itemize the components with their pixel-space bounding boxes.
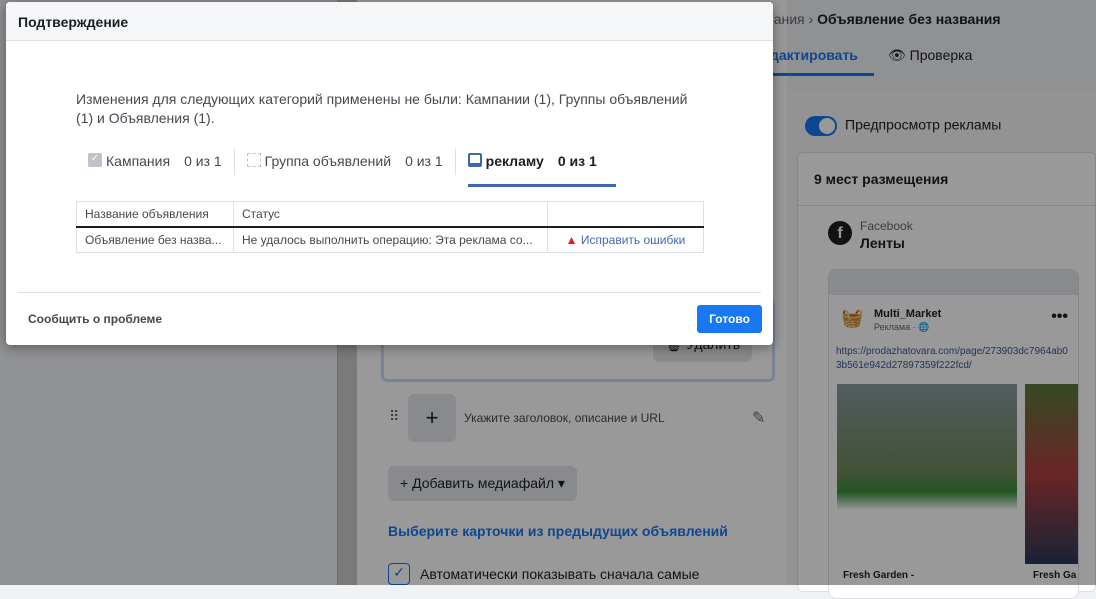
dialog-message: Изменения для следующих категорий примен…	[76, 91, 688, 126]
report-problem-link[interactable]: Сообщить о проблеме	[28, 312, 162, 326]
tab-ad[interactable]: рекламу 0 из 1	[467, 149, 616, 187]
adset-grid-icon	[246, 153, 261, 167]
tab-count: 0 из 1	[405, 153, 443, 169]
status-cell: Не удалось выполнить операцию: Эта рекла…	[233, 226, 548, 253]
tab-campaign[interactable]: ✓ Кампания 0 из 1	[88, 149, 235, 175]
column-header-status: Статус	[233, 201, 548, 228]
footer-divider	[18, 292, 761, 293]
tab-adset[interactable]: Группа объявлений 0 из 1	[246, 149, 456, 175]
ad-name-cell: Объявление без назва...	[76, 226, 234, 253]
tab-label: Кампания	[106, 153, 171, 169]
ad-tablet-icon	[467, 153, 482, 167]
category-tabs: ✓ Кампания 0 из 1 Группа объявлений 0 из 1 …	[88, 149, 628, 187]
tab-count: 0 из 1	[557, 153, 597, 169]
column-header-action	[547, 201, 704, 228]
tab-label: Группа объявлений	[264, 153, 392, 169]
ads-table: Название объявления Статус Объявление бе…	[76, 201, 704, 253]
tab-count: 0 из 1	[184, 153, 222, 169]
fix-errors-link[interactable]: ▲ Исправить ошибки	[547, 226, 704, 253]
table-row: Объявление без назва... Не удалось выпол…	[76, 226, 704, 253]
warning-icon: ▲	[565, 232, 578, 247]
column-header-name: Название объявления	[76, 201, 234, 228]
tab-label: рекламу	[485, 153, 544, 169]
dialog-title: Подтверждение	[6, 2, 773, 41]
done-button[interactable]: Готово	[697, 305, 762, 333]
table-header-row: Название объявления Статус	[76, 201, 704, 228]
fix-errors-label: Исправить ошибки	[580, 232, 686, 247]
campaign-check-icon: ✓	[88, 153, 102, 167]
confirmation-dialog: Подтверждение Изменения для следующих ка…	[6, 2, 773, 345]
